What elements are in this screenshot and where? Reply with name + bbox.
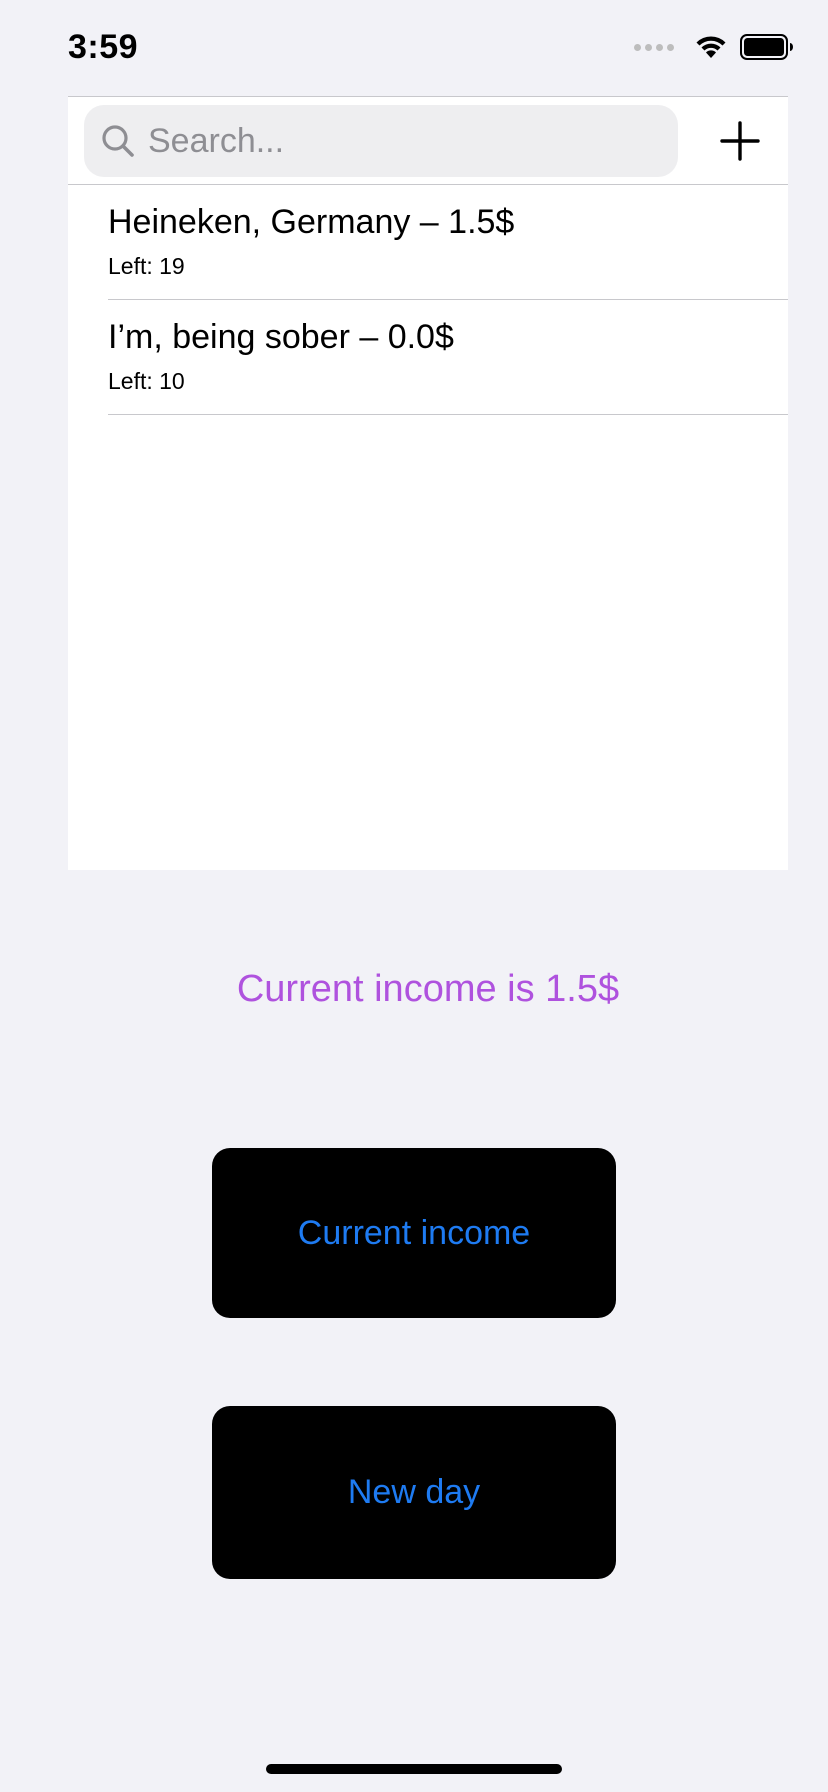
search-field[interactable] [84, 105, 678, 177]
battery-icon [740, 34, 793, 60]
search-icon [100, 123, 136, 159]
wifi-icon [696, 36, 726, 58]
home-indicator[interactable] [266, 1764, 562, 1774]
signal-icon [634, 43, 674, 51]
item-title: Heineken, Germany – 1.5$ [108, 203, 515, 241]
item-title: I’m, being sober – 0.0$ [108, 318, 454, 356]
item-subtitle: Left: 10 [108, 368, 185, 394]
current-income-label: Current income is 1.5$ [236, 968, 620, 1010]
current-income-button[interactable]: Current income [212, 1148, 616, 1318]
search-bar [68, 97, 788, 185]
list-item[interactable]: Heineken, Germany – 1.5$ Left: 19 [68, 185, 788, 300]
plus-icon [720, 121, 760, 161]
row-separator [108, 414, 788, 415]
items-panel: Heineken, Germany – 1.5$ Left: 19 I’m, b… [68, 96, 788, 870]
item-subtitle: Left: 19 [108, 253, 185, 279]
add-button[interactable] [710, 111, 770, 171]
status-icons [634, 34, 794, 60]
search-input[interactable] [146, 120, 650, 162]
app-screen: 3:59 Search... Heineken, Germany – 1.5$ … [0, 0, 828, 1792]
new-day-button[interactable]: New day [212, 1406, 616, 1579]
list-item[interactable]: I’m, being sober – 0.0$ Left: 10 [68, 300, 788, 415]
status-time: 3:59 [68, 28, 139, 66]
items-list: Heineken, Germany – 1.5$ Left: 19 I’m, b… [68, 185, 788, 415]
